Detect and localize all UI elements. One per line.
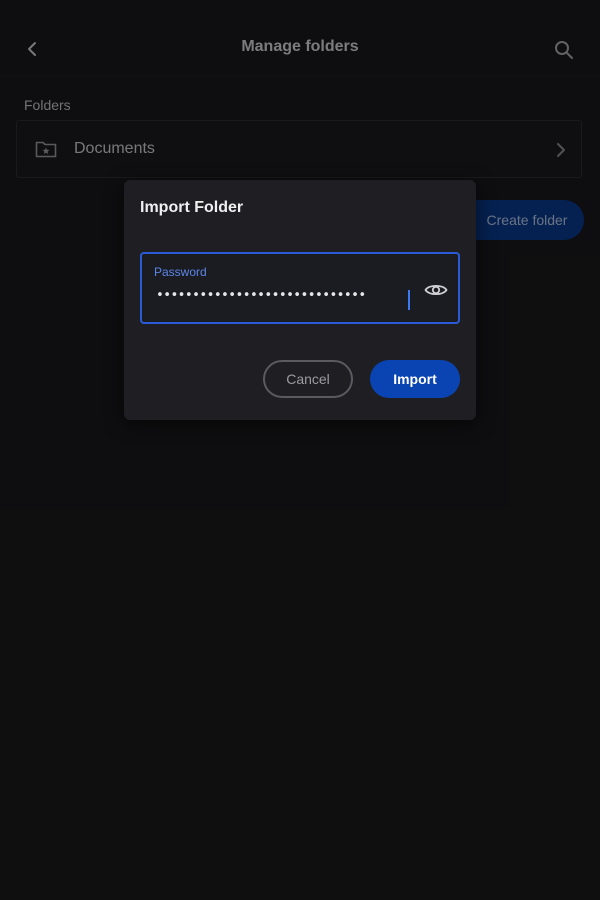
manage-folders-screen: Manage folders Folders Documents Create … bbox=[0, 0, 600, 900]
eye-icon bbox=[424, 284, 448, 296]
dialog-title: Import Folder bbox=[140, 199, 244, 216]
password-label: Password bbox=[154, 265, 207, 279]
text-caret bbox=[408, 290, 410, 310]
import-button[interactable]: Import bbox=[370, 360, 460, 398]
import-folder-dialog: Import Folder Password •••••••••••••••••… bbox=[124, 180, 476, 420]
toggle-password-visibility-button[interactable] bbox=[422, 276, 450, 304]
password-field[interactable]: Password ••••••••••••••••••••••••••••• bbox=[140, 252, 460, 324]
cancel-button[interactable]: Cancel bbox=[263, 360, 353, 398]
password-input[interactable]: ••••••••••••••••••••••••••••• bbox=[156, 288, 406, 303]
modal-scrim[interactable] bbox=[0, 0, 600, 900]
